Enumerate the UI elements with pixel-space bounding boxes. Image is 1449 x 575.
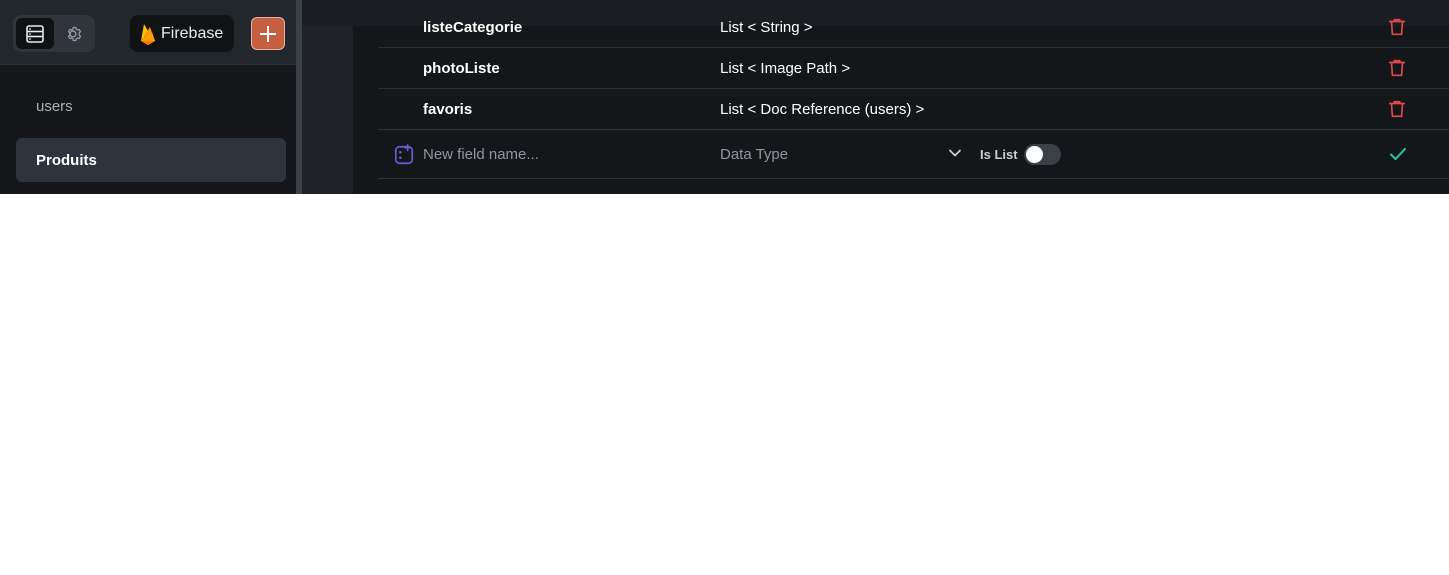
plus-icon (260, 25, 276, 42)
new-field-row: Data Type Is List (378, 130, 1449, 179)
field-type: List < Doc Reference (users) > (720, 100, 925, 118)
settings-view-button[interactable] (54, 18, 92, 49)
data-type-select[interactable]: Data Type (720, 140, 965, 168)
field-name: listeCategorie (423, 18, 523, 36)
app-window: Firebase users Produits listeCategorie L… (0, 0, 1449, 194)
database-view-button[interactable] (16, 18, 54, 49)
firebase-badge[interactable]: Firebase (130, 15, 234, 52)
new-field-name-input[interactable] (423, 140, 683, 168)
schema-editor: listeCategorie List < String > photoList… (302, 0, 1449, 194)
view-toggle (13, 15, 95, 52)
collection-item-users[interactable]: users (16, 84, 286, 128)
field-row[interactable]: favoris List < Doc Reference (users) > (378, 89, 1449, 130)
gear-icon (67, 26, 82, 41)
fields-card: listeCategorie List < String > photoList… (353, 19, 1449, 194)
field-type: List < Image Path > (720, 59, 851, 77)
add-collection-button[interactable] (251, 17, 285, 50)
toggle-knob (1026, 146, 1043, 163)
check-icon[interactable] (1388, 144, 1408, 164)
field-row[interactable]: listeCategorie List < String > (378, 7, 1449, 48)
sidebar-toolbar: Firebase (0, 0, 296, 65)
data-type-placeholder: Data Type (720, 145, 789, 163)
trash-icon[interactable] (1386, 16, 1408, 38)
is-list-label: Is List (980, 146, 1018, 162)
collection-label: users (36, 97, 73, 115)
sidebar: Firebase users Produits (0, 0, 296, 194)
collection-label: Produits (36, 151, 97, 169)
field-type: List < String > (720, 18, 813, 36)
firebase-flame-icon (141, 23, 155, 45)
field-name: favoris (423, 100, 473, 118)
add-field-icon (394, 144, 414, 165)
chevron-down-icon[interactable] (948, 146, 962, 160)
database-icon (26, 24, 44, 43)
is-list-toggle[interactable] (1024, 144, 1061, 165)
collection-item-produits[interactable]: Produits (16, 138, 286, 182)
firebase-label: Firebase (161, 24, 224, 42)
field-name: photoListe (423, 59, 500, 77)
trash-icon[interactable] (1386, 57, 1408, 79)
field-row[interactable]: photoListe List < Image Path > (378, 48, 1449, 89)
trash-icon[interactable] (1386, 98, 1408, 120)
